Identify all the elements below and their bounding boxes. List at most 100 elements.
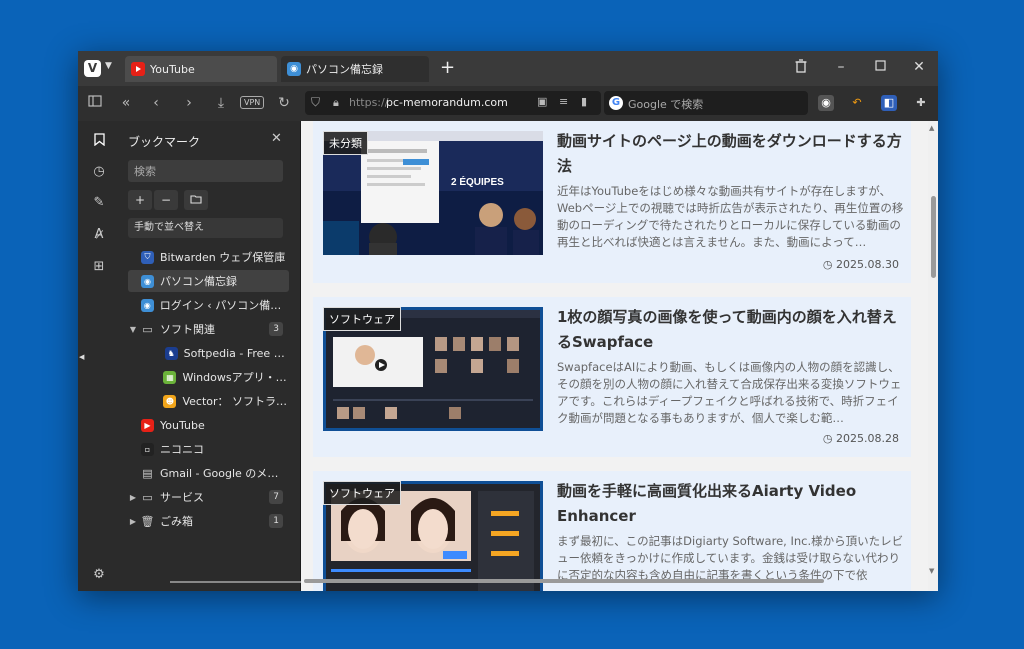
url-protocol: https:// bbox=[349, 96, 389, 109]
horizontal-scrollbar[interactable] bbox=[304, 579, 824, 583]
bookmark-search-input[interactable] bbox=[128, 160, 283, 182]
new-folder-button[interactable] bbox=[184, 190, 208, 210]
tab-bar: V ▼ YouTube ◉ パソコン備忘録 + – ✕ bbox=[78, 51, 938, 86]
chevron-right-icon[interactable]: ▶ bbox=[128, 493, 138, 502]
bookmark-item[interactable]: ◉ ログイン ‹ パソコン備忘... bbox=[128, 294, 289, 316]
panel-collapse-arrow[interactable]: ◀ bbox=[79, 353, 84, 361]
bookmark-item[interactable]: ◉ パソコン備忘録 bbox=[128, 270, 289, 292]
reload-button[interactable]: ↻ bbox=[274, 95, 294, 111]
tab-youtube[interactable]: YouTube bbox=[125, 56, 277, 82]
chevron-right-icon[interactable]: ▶ bbox=[128, 517, 138, 526]
rewind-icon[interactable]: « bbox=[116, 95, 136, 111]
article-card[interactable]: 2 ÉQUIPES 未分類 動画サイトのページ上の動画をダウンロードする方法 近… bbox=[313, 121, 911, 283]
bookmark-label: Vector： ソフトライブ... bbox=[182, 395, 289, 408]
search-input[interactable] bbox=[626, 94, 805, 114]
chevron-down-icon[interactable]: ▼ bbox=[128, 325, 138, 334]
category-badge[interactable]: ソフトウェア bbox=[323, 307, 401, 331]
article-thumbnail[interactable]: ソフトウェア bbox=[323, 481, 543, 591]
scroll-down-arrow[interactable]: ▼ bbox=[929, 567, 934, 575]
windowsapp-icon: ▦ bbox=[163, 370, 177, 384]
shield-icon[interactable]: ⛉ bbox=[311, 95, 320, 110]
lock-icon[interactable]: 🔒︎ bbox=[333, 96, 339, 110]
add-bookmark-button[interactable]: + bbox=[128, 190, 152, 210]
vertical-scroll-thumb[interactable] bbox=[931, 196, 936, 278]
youtube-icon: ▶ bbox=[141, 418, 154, 432]
softpedia-icon: ♞ bbox=[164, 346, 178, 360]
bookmark-folder[interactable]: ▶ 🗑︎ ごみ箱 1 bbox=[128, 510, 289, 532]
article-title[interactable]: 1枚の顔写真の画像を使って動画内の顔を入れ替えるSwapface bbox=[557, 305, 902, 355]
download-icon[interactable]: ⤓ bbox=[211, 95, 231, 111]
notes-icon[interactable]: ✎ bbox=[90, 195, 108, 210]
address-field[interactable]: ⛉ 🔒︎ https:// pc-memorandum.com ▣ ≡ ▮ bbox=[305, 91, 601, 115]
article-thumbnail[interactable]: ソフトウェア bbox=[323, 307, 543, 431]
add-panel-icon[interactable]: ⊞ bbox=[90, 259, 108, 274]
translate-icon[interactable]: A̷ bbox=[90, 227, 108, 242]
sort-dropdown[interactable]: 手動で並べ替え bbox=[128, 218, 283, 238]
bookmark-item[interactable]: ▫ ニコニコ bbox=[128, 438, 289, 460]
bookmark-item[interactable]: ▤ Gmail - Google のメール bbox=[128, 462, 289, 484]
vertical-scrollbar[interactable] bbox=[928, 121, 938, 591]
minimize-button[interactable]: – bbox=[831, 59, 851, 75]
article-thumbnail[interactable]: 2 ÉQUIPES 未分類 bbox=[323, 131, 543, 255]
address-toolbar: « ‹ › ⤓ VPN ↻ ⛉ 🔒︎ https:// pc-memorandu… bbox=[78, 86, 938, 122]
article-excerpt: まず最初に、この記事はDigiarty Software, Inc.様から頂いた… bbox=[557, 534, 904, 582]
article-date: ◷ 2025.08.30 bbox=[823, 258, 899, 271]
bookmark-folder[interactable]: ▶ ▭ サービス 7 bbox=[128, 486, 289, 508]
panel-toggle-icon[interactable] bbox=[85, 95, 105, 111]
extension-eye-icon[interactable]: ◉ bbox=[818, 95, 834, 111]
rss-icon[interactable]: ▣ bbox=[537, 95, 547, 108]
close-button[interactable]: ✕ bbox=[909, 59, 929, 75]
vpn-button[interactable]: VPN bbox=[240, 96, 265, 109]
folder-count-badge: 7 bbox=[269, 490, 283, 504]
article-title[interactable]: 動画サイトのページ上の動画をダウンロードする方法 bbox=[557, 129, 902, 179]
browser-window: V ▼ YouTube ◉ パソコン備忘録 + – ✕ « ‹ › ⤓ VPN … bbox=[78, 51, 938, 591]
remove-bookmark-button[interactable]: − bbox=[154, 190, 178, 210]
gear-icon[interactable]: ⚙ bbox=[90, 567, 108, 582]
article-title[interactable]: 動画を手軽に高画質化出来るAiarty Video Enhancer bbox=[557, 479, 902, 529]
bookmark-item[interactable]: ▦ Windowsアプリ・フリ... bbox=[152, 366, 289, 388]
category-badge[interactable]: ソフトウェア bbox=[323, 481, 401, 505]
close-icon[interactable]: ✕ bbox=[271, 131, 282, 146]
bookmark-label: Softpedia - Free D... bbox=[183, 346, 289, 360]
article-card[interactable]: ソフトウェア 動画を手軽に高画質化出来るAiarty Video Enhance… bbox=[313, 471, 911, 591]
forward-button[interactable]: › bbox=[179, 95, 199, 111]
scroll-up-arrow[interactable]: ▲ bbox=[929, 124, 934, 132]
bookmark-item[interactable]: ⛉ Bitwarden ウェブ保管庫 bbox=[128, 246, 289, 268]
bookmark-item[interactable]: ♞ Softpedia - Free D... bbox=[152, 342, 289, 364]
chevron-down-icon[interactable]: ▼ bbox=[105, 61, 112, 71]
article-card[interactable]: ソフトウェア 1枚の顔写真の画像を使って動画内の顔を入れ替えるSwapface … bbox=[313, 297, 911, 457]
google-icon: G bbox=[609, 96, 623, 110]
bookmark-item[interactable]: ▶ YouTube bbox=[128, 414, 289, 436]
tab-label: パソコン備忘録 bbox=[306, 63, 383, 76]
reader-view-icon[interactable]: ≡ bbox=[559, 95, 568, 108]
category-badge[interactable]: 未分類 bbox=[323, 131, 368, 155]
history-icon[interactable]: ◷ bbox=[90, 164, 108, 179]
trash-icon: 🗑︎ bbox=[140, 514, 155, 528]
trash-icon[interactable] bbox=[791, 59, 811, 77]
folder-icon: ▭ bbox=[142, 490, 153, 504]
url-host: pc-memorandum.com bbox=[386, 96, 508, 109]
article-excerpt: 近年はYouTubeをはじめ様々な動画共有サイトが存在しますが、Webページ上で… bbox=[557, 184, 904, 249]
new-tab-button[interactable]: + bbox=[440, 57, 455, 78]
bookmark-folder[interactable]: ▼ ▭ ソフト関連 3 bbox=[128, 318, 289, 340]
web-content: 2 ÉQUIPES 未分類 動画サイトのページ上の動画をダウンロードする方法 近… bbox=[301, 121, 938, 591]
folder-count-badge: 1 bbox=[269, 514, 283, 528]
tab-pc-memorandum[interactable]: ◉ パソコン備忘録 bbox=[281, 56, 429, 82]
bitwarden-icon: ⛉ bbox=[141, 250, 154, 264]
extensions-puzzle-icon[interactable]: ✚ bbox=[913, 95, 929, 111]
bookmark-label: サービス bbox=[160, 491, 204, 504]
vivaldi-menu-icon[interactable]: V bbox=[84, 60, 101, 77]
maximize-button[interactable] bbox=[870, 59, 890, 75]
clock-icon: ◷ bbox=[822, 432, 837, 445]
document-icon: ▤ bbox=[142, 466, 153, 480]
search-field[interactable]: G bbox=[604, 91, 808, 115]
bookmark-icon[interactable]: ▮ bbox=[581, 95, 587, 108]
youtube-icon bbox=[131, 62, 145, 76]
back-button[interactable]: ‹ bbox=[146, 95, 166, 111]
bookmarks-panel-icon[interactable] bbox=[90, 133, 108, 150]
extension-bitwarden-icon[interactable]: ◧ bbox=[881, 95, 897, 111]
extension-undo-icon[interactable]: ↶ bbox=[849, 95, 865, 111]
bookmark-item[interactable]: ☻ Vector： ソフトライブ... bbox=[152, 390, 289, 412]
pc-memo-icon: ◉ bbox=[140, 298, 154, 312]
bookmark-label: パソコン備忘録 bbox=[160, 275, 237, 288]
